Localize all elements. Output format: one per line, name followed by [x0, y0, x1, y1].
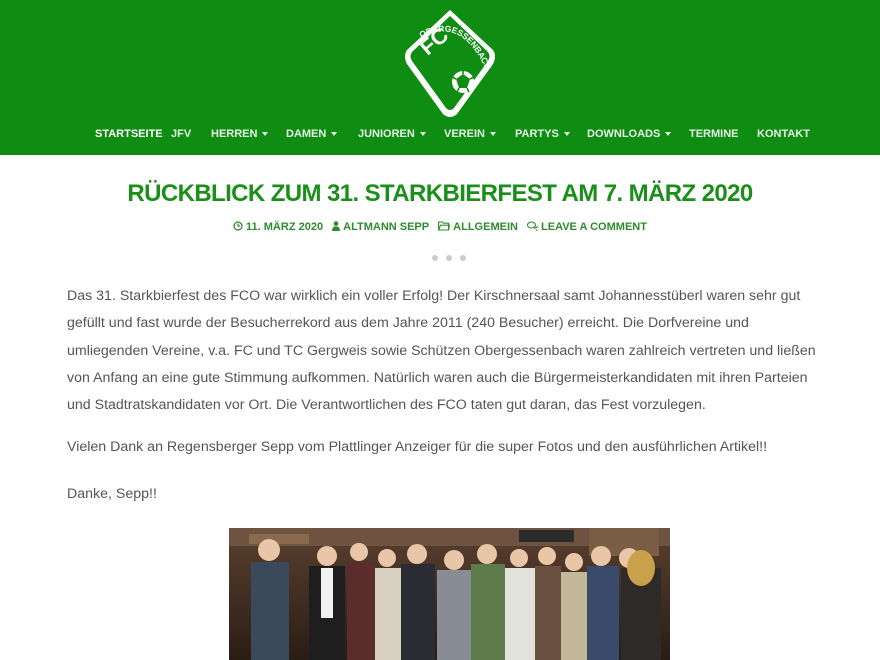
nav-label: JUNIOREN	[358, 128, 415, 140]
post-paragraph: Das 31. Starkbierfest des FCO war wirkli…	[67, 288, 816, 414]
clock-icon	[233, 221, 243, 231]
comments-icon	[526, 221, 539, 232]
post-paragraph: Vielen Dank an Regensberger Sepp vom Pla…	[67, 439, 768, 455]
post-title[interactable]: RÜCKBLICK ZUM 31. STARKBIERFEST AM 7. MÄ…	[0, 180, 880, 208]
chevron-down-icon	[563, 132, 570, 136]
post-paragraph: Danke, Sepp!!	[67, 486, 157, 502]
chevron-down-icon	[262, 132, 269, 136]
nav-item-kontakt[interactable]: KONTAKT	[757, 125, 810, 143]
nav-item-termine[interactable]: TERMINE	[689, 125, 739, 143]
post-meta: 11. MÄRZ 2020 ALTMANN SEPP ALLGEMEIN LEA…	[0, 221, 880, 233]
post-author[interactable]: ALTMANN SEPP	[332, 221, 429, 233]
separator-dots	[432, 255, 472, 261]
nav-item-verein[interactable]: VEREIN	[444, 125, 496, 143]
nav-item-junioren[interactable]: JUNIOREN	[358, 125, 426, 143]
chevron-down-icon	[665, 132, 672, 136]
post-comments-link[interactable]: LEAVE A COMMENT	[526, 221, 647, 233]
nav-item-partys[interactable]: PARTYS	[515, 125, 570, 143]
post-category-text: ALLGEMEIN	[453, 221, 518, 233]
nav-item-jfv[interactable]: JFV	[171, 125, 191, 143]
club-logo[interactable]: FC OBERGESSENBACH	[401, 8, 499, 120]
chevron-down-icon	[331, 132, 338, 136]
nav-label: PARTYS	[515, 128, 559, 140]
nav-item-damen[interactable]: DAMEN	[286, 125, 338, 143]
nav-item-startseite[interactable]: STARTSEITE	[95, 125, 163, 143]
event-photo-image	[229, 528, 670, 660]
nav-item-downloads[interactable]: DOWNLOADS	[587, 125, 672, 143]
chevron-down-icon	[419, 132, 426, 136]
separator-dot	[446, 255, 452, 261]
post-category[interactable]: ALLGEMEIN	[438, 221, 518, 233]
post-date-text: 11. MÄRZ 2020	[246, 221, 324, 233]
nav-label: HERREN	[211, 128, 258, 140]
nav-label: DAMEN	[286, 128, 327, 140]
user-icon	[332, 221, 341, 231]
nav-label: VEREIN	[444, 128, 485, 140]
nav-label: DOWNLOADS	[587, 128, 661, 140]
post-date[interactable]: 11. MÄRZ 2020	[233, 221, 323, 233]
event-photo[interactable]	[229, 528, 670, 660]
post-author-text: ALTMANN SEPP	[343, 221, 430, 233]
separator-dot	[460, 255, 466, 261]
post-comments-text: LEAVE A COMMENT	[541, 221, 647, 233]
folder-icon	[438, 221, 451, 231]
separator-dot	[432, 255, 438, 261]
chevron-down-icon	[489, 132, 496, 136]
main-nav: STARTSEITE JFV HERREN DAMEN JUNIOREN VER…	[0, 125, 880, 143]
site-header: FC OBERGESSENBACH STARTSEITE JFV HERREN …	[0, 0, 880, 155]
nav-item-herren[interactable]: HERREN	[211, 125, 269, 143]
